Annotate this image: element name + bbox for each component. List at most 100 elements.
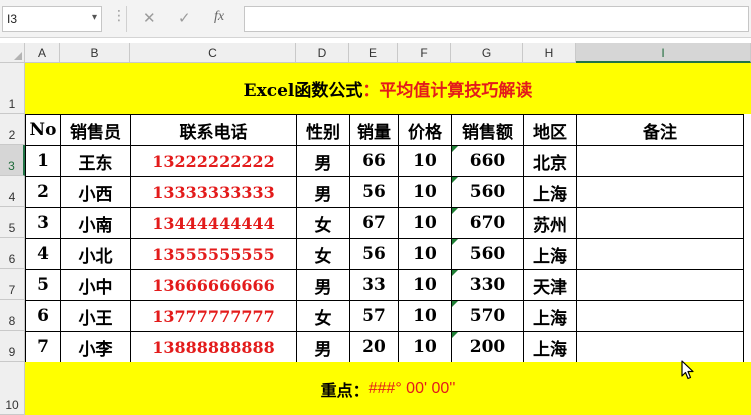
- cell-gender[interactable]: 男: [296, 176, 350, 208]
- row-header-5[interactable]: 5: [0, 207, 25, 238]
- cell-remark[interactable]: [576, 238, 744, 270]
- cell-region[interactable]: 上海: [523, 331, 577, 363]
- cell-gender[interactable]: 男: [296, 145, 350, 177]
- cell-no[interactable]: 4: [25, 238, 61, 270]
- column-header-h[interactable]: H: [523, 43, 576, 63]
- cell-no[interactable]: 3: [25, 207, 61, 239]
- row-header-1[interactable]: 1: [0, 63, 25, 114]
- cell-phone[interactable]: 13222222222: [130, 145, 297, 177]
- cell-price[interactable]: 10: [398, 238, 452, 270]
- cell-quantity[interactable]: 56: [349, 176, 399, 208]
- cell-salesperson[interactable]: 小南: [60, 207, 131, 239]
- cell-remark[interactable]: [576, 145, 744, 177]
- row-header-2[interactable]: 2: [0, 114, 25, 145]
- title-banner[interactable]: Excel函数公式：平均值计算技巧解读: [25, 63, 751, 114]
- column-header-d[interactable]: D: [296, 43, 349, 63]
- row-header-7[interactable]: 7: [0, 269, 25, 300]
- header-cell-sales-amount[interactable]: 销售额: [451, 114, 524, 146]
- header-cell-gender[interactable]: 性别: [296, 114, 350, 146]
- chevron-down-icon[interactable]: ▾: [92, 12, 97, 23]
- cell-no[interactable]: 1: [25, 145, 61, 177]
- cell-price[interactable]: 10: [398, 300, 452, 332]
- column-header-a[interactable]: A: [25, 43, 60, 63]
- row-header-3[interactable]: 3: [0, 145, 25, 176]
- cell-gender[interactable]: 女: [296, 207, 350, 239]
- cell-price[interactable]: 10: [398, 207, 452, 239]
- cell-region[interactable]: 上海: [523, 300, 577, 332]
- cell-quantity[interactable]: 33: [349, 269, 399, 301]
- column-header-b[interactable]: B: [60, 43, 130, 63]
- column-header-f[interactable]: F: [398, 43, 451, 63]
- column-header-i[interactable]: I: [576, 43, 751, 63]
- formula-input[interactable]: [244, 6, 749, 32]
- cell-phone[interactable]: 13444444444: [130, 207, 297, 239]
- cell-salesperson[interactable]: 小李: [60, 331, 131, 363]
- cell-sales-amount[interactable]: 670: [451, 207, 524, 239]
- header-cell-price[interactable]: 价格: [398, 114, 452, 146]
- header-cell-region[interactable]: 地区: [523, 114, 577, 146]
- cell-no[interactable]: 6: [25, 300, 61, 332]
- cell-remark[interactable]: [576, 300, 744, 332]
- row-header-10[interactable]: 10: [0, 362, 25, 415]
- cell-phone[interactable]: 13888888888: [130, 331, 297, 363]
- cell-quantity[interactable]: 66: [349, 145, 399, 177]
- footer-banner[interactable]: 重点： ###° 00' 00'': [25, 362, 751, 415]
- cell-sales-amount[interactable]: 570: [451, 300, 524, 332]
- cell-phone[interactable]: 13777777777: [130, 300, 297, 332]
- cell-no[interactable]: 7: [25, 331, 61, 363]
- header-cell-no[interactable]: No: [25, 114, 61, 146]
- cell-sales-amount[interactable]: 660: [451, 145, 524, 177]
- cell-salesperson[interactable]: 小北: [60, 238, 131, 270]
- cell-region[interactable]: 天津: [523, 269, 577, 301]
- enter-check-icon[interactable]: ✓: [178, 9, 191, 27]
- insert-function-icon[interactable]: fx: [214, 9, 224, 25]
- select-all-corner[interactable]: [0, 43, 25, 63]
- cell-remark[interactable]: [576, 176, 744, 208]
- cell-phone[interactable]: 13333333333: [130, 176, 297, 208]
- cell-price[interactable]: 10: [398, 269, 452, 301]
- cell-salesperson[interactable]: 小王: [60, 300, 131, 332]
- column-header-g[interactable]: G: [451, 43, 523, 63]
- header-cell-quantity[interactable]: 销量: [349, 114, 399, 146]
- cell-salesperson[interactable]: 王东: [60, 145, 131, 177]
- header-cell-salesperson[interactable]: 销售员: [60, 114, 131, 146]
- column-header-c[interactable]: C: [130, 43, 296, 63]
- cell-quantity[interactable]: 67: [349, 207, 399, 239]
- cell-price[interactable]: 10: [398, 145, 452, 177]
- cell-sales-amount[interactable]: 200: [451, 331, 524, 363]
- row-header-9[interactable]: 9: [0, 331, 25, 362]
- cell-remark[interactable]: [576, 331, 744, 363]
- cell-gender[interactable]: 女: [296, 238, 350, 270]
- cancel-icon[interactable]: ✕: [143, 9, 156, 27]
- cell-price[interactable]: 10: [398, 331, 452, 363]
- cell-phone[interactable]: 13666666666: [130, 269, 297, 301]
- cell-no[interactable]: 2: [25, 176, 61, 208]
- cell-gender[interactable]: 男: [296, 331, 350, 363]
- row-header-4[interactable]: 4: [0, 176, 25, 207]
- cell-price[interactable]: 10: [398, 176, 452, 208]
- cell-salesperson[interactable]: 小西: [60, 176, 131, 208]
- cell-phone[interactable]: 13555555555: [130, 238, 297, 270]
- cell-no[interactable]: 5: [25, 269, 61, 301]
- cell-region[interactable]: 上海: [523, 238, 577, 270]
- cell-gender[interactable]: 男: [296, 269, 350, 301]
- name-box[interactable]: I3 ▾: [2, 6, 102, 32]
- cell-gender[interactable]: 女: [296, 300, 350, 332]
- cell-quantity[interactable]: 20: [349, 331, 399, 363]
- cell-sales-amount[interactable]: 560: [451, 238, 524, 270]
- cell-quantity[interactable]: 56: [349, 238, 399, 270]
- cell-salesperson[interactable]: 小中: [60, 269, 131, 301]
- cell-quantity[interactable]: 57: [349, 300, 399, 332]
- header-cell-phone[interactable]: 联系电话: [130, 114, 297, 146]
- cell-remark[interactable]: [576, 269, 744, 301]
- row-header-8[interactable]: 8: [0, 300, 25, 331]
- row-header-6[interactable]: 6: [0, 238, 25, 269]
- cell-region[interactable]: 上海: [523, 176, 577, 208]
- cell-region[interactable]: 北京: [523, 145, 577, 177]
- column-header-e[interactable]: E: [349, 43, 398, 63]
- cell-region[interactable]: 苏州: [523, 207, 577, 239]
- header-cell-remark[interactable]: 备注: [576, 114, 744, 146]
- cell-sales-amount[interactable]: 560: [451, 176, 524, 208]
- cell-sales-amount[interactable]: 330: [451, 269, 524, 301]
- worksheet-grid[interactable]: Excel函数公式：平均值计算技巧解读 No 销售员 联系电话 性别 销量 价格 销售额 地区…: [25, 63, 751, 415]
